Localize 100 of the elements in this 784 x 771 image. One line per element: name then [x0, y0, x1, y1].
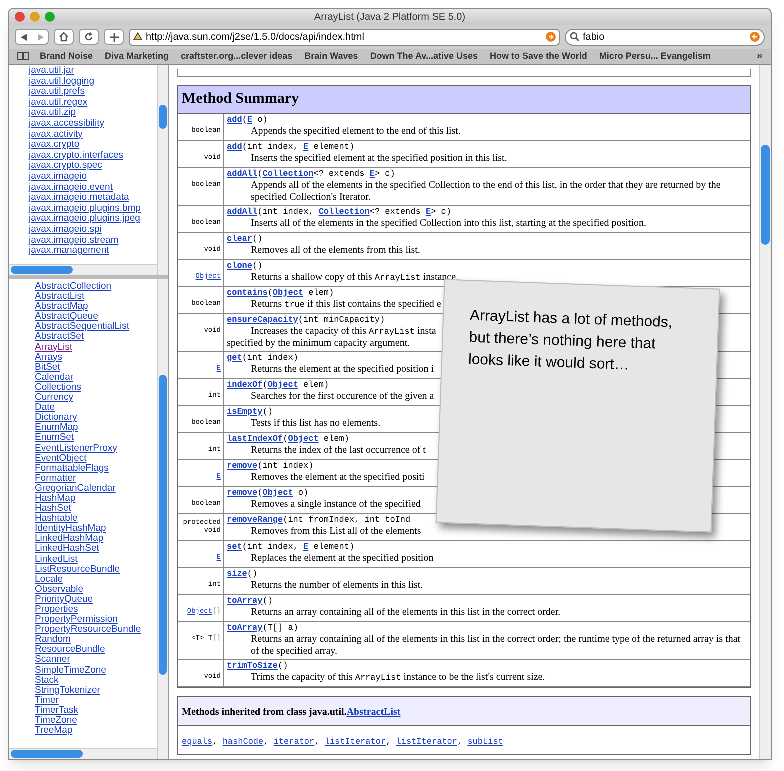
link[interactable]: get	[227, 352, 242, 362]
class-link[interactable]: Timer	[35, 696, 157, 706]
bookmark-link[interactable]: How to Save the World	[490, 50, 588, 64]
class-link[interactable]: EnumSet	[35, 433, 157, 444]
link[interactable]: E	[304, 142, 309, 152]
link[interactable]: equals	[182, 736, 213, 746]
rss-icon[interactable]	[546, 32, 556, 42]
back-forward-button[interactable]	[15, 29, 49, 45]
class-link[interactable]: Calendar	[35, 372, 157, 383]
snapback-icon[interactable]	[750, 32, 760, 42]
class-link[interactable]: Stack	[35, 676, 157, 686]
package-link[interactable]: java.util.zip	[29, 108, 157, 119]
package-link[interactable]: java.util.prefs	[29, 87, 157, 98]
reload-button[interactable]	[79, 29, 99, 45]
class-link[interactable]: AbstractList	[35, 292, 157, 302]
bookmark-link[interactable]: Brain Waves	[304, 50, 358, 64]
class-link[interactable]: IdentityHashMap	[35, 524, 157, 534]
link[interactable]: listIterator	[324, 736, 386, 746]
link[interactable]: removeRange	[227, 514, 284, 524]
class-link[interactable]: Random	[35, 635, 157, 646]
search-field[interactable]: fabio	[565, 28, 765, 46]
link[interactable]: isEmpty	[227, 406, 263, 416]
package-link[interactable]: javax.imageio.spi	[29, 224, 157, 236]
class-link[interactable]: TimeZone	[35, 716, 157, 726]
package-link[interactable]: java.util.jar	[29, 66, 157, 77]
class-link[interactable]: Scanner	[35, 655, 157, 666]
class-link[interactable]: AbstractCollection	[35, 282, 157, 292]
link[interactable]: add	[227, 142, 242, 152]
class-link[interactable]: PropertyPermission	[35, 615, 157, 626]
class-link[interactable]: TimerTask	[35, 706, 157, 716]
class-link[interactable]: Collections	[35, 382, 157, 394]
horizontal-scrollbar[interactable]	[9, 748, 157, 759]
class-link[interactable]: BitSet	[35, 362, 157, 373]
link[interactable]: size	[227, 568, 248, 578]
link[interactable]: Object	[288, 434, 319, 444]
class-link[interactable]: Arrays	[35, 352, 157, 363]
vertical-scrollbar[interactable]	[759, 65, 771, 759]
link[interactable]: lastIndexOf	[227, 434, 284, 444]
class-link[interactable]: LinkedHashMap	[35, 534, 157, 544]
close-icon[interactable]	[15, 12, 25, 22]
zoom-icon[interactable]	[45, 12, 55, 22]
link[interactable]: Object	[272, 288, 304, 298]
package-link[interactable]: javax.crypto.spec	[29, 161, 157, 172]
link[interactable]: indexOf	[227, 380, 263, 390]
add-bookmark-button[interactable]	[104, 29, 124, 45]
link[interactable]: E	[370, 168, 375, 178]
vertical-scrollbar[interactable]	[157, 65, 168, 275]
package-link[interactable]: javax.crypto.interfaces	[29, 150, 157, 162]
link[interactable]: listIterator	[396, 736, 458, 746]
class-link[interactable]: AbstractMap	[35, 302, 157, 312]
link[interactable]: Object	[262, 488, 294, 498]
bookmark-link[interactable]: Diva Marketing	[105, 50, 170, 64]
class-link[interactable]: ArrayList	[35, 342, 157, 353]
link[interactable]: subList	[468, 736, 504, 746]
class-link[interactable]: EventListenerProxy	[35, 444, 157, 454]
link[interactable]: iterator	[274, 736, 315, 746]
class-link[interactable]: EnumMap	[35, 423, 157, 434]
link[interactable]: addAll	[227, 206, 258, 216]
class-link[interactable]: Observable	[35, 584, 157, 595]
link[interactable]: E	[247, 114, 253, 124]
bookmark-link[interactable]: Brand Noise	[40, 50, 94, 64]
class-link[interactable]: HashMap	[35, 494, 157, 504]
class-link[interactable]: Hashtable	[35, 514, 157, 524]
link[interactable]: add	[227, 114, 242, 124]
link[interactable]: hashCode	[222, 736, 264, 746]
link[interactable]: Collection	[318, 206, 370, 216]
package-link[interactable]: javax.imageio.event	[29, 182, 157, 194]
class-link[interactable]: Formatter	[35, 474, 157, 484]
bookmark-link[interactable]: Micro Persu... Evangelism	[599, 50, 711, 64]
package-link[interactable]: javax.imageio.metadata	[29, 193, 157, 204]
class-link[interactable]: Date	[35, 403, 157, 414]
package-link[interactable]: java.util.logging	[29, 76, 157, 88]
class-link[interactable]: GregorianCalendar	[35, 484, 157, 494]
class-link[interactable]: EventObject	[35, 454, 157, 464]
horizontal-scrollbar[interactable]	[9, 264, 157, 275]
package-link[interactable]: javax.accessibility	[29, 118, 157, 130]
link[interactable]: remove	[227, 488, 258, 498]
package-link[interactable]: javax.crypto	[29, 140, 157, 151]
link[interactable]: Collection	[262, 168, 314, 178]
link[interactable]: trimToSize	[227, 660, 278, 670]
class-link[interactable]: AbstractSet	[35, 332, 157, 343]
link[interactable]: ensureCapacity	[227, 314, 298, 324]
class-link[interactable]: AbstractQueue	[35, 312, 157, 322]
class-link[interactable]: Locale	[35, 574, 157, 585]
link[interactable]: remove	[227, 460, 258, 470]
class-link[interactable]: Dictionary	[35, 413, 157, 424]
more-bookmarks[interactable]: »	[756, 48, 763, 65]
class-link[interactable]: LinkedList	[35, 554, 157, 565]
link[interactable]: addAll	[227, 168, 258, 178]
link[interactable]: toArray	[227, 622, 263, 632]
class-link[interactable]: FormattableFlags	[35, 464, 157, 474]
link[interactable]: contains	[227, 288, 268, 298]
package-link[interactable]: javax.imageio.plugins.jpeg	[29, 214, 157, 225]
class-link[interactable]: Properties	[35, 605, 157, 616]
address-field[interactable]: http://java.sun.com/j2se/1.5.0/docs/api/index.html	[129, 28, 560, 46]
package-link[interactable]: javax.imageio.plugins.bmp	[29, 204, 157, 214]
package-link[interactable]: javax.management	[29, 246, 157, 257]
class-link[interactable]: AbstractSequentialList	[35, 322, 157, 332]
class-link[interactable]: PropertyResourceBundle	[35, 625, 157, 636]
minimize-icon[interactable]	[30, 12, 40, 22]
